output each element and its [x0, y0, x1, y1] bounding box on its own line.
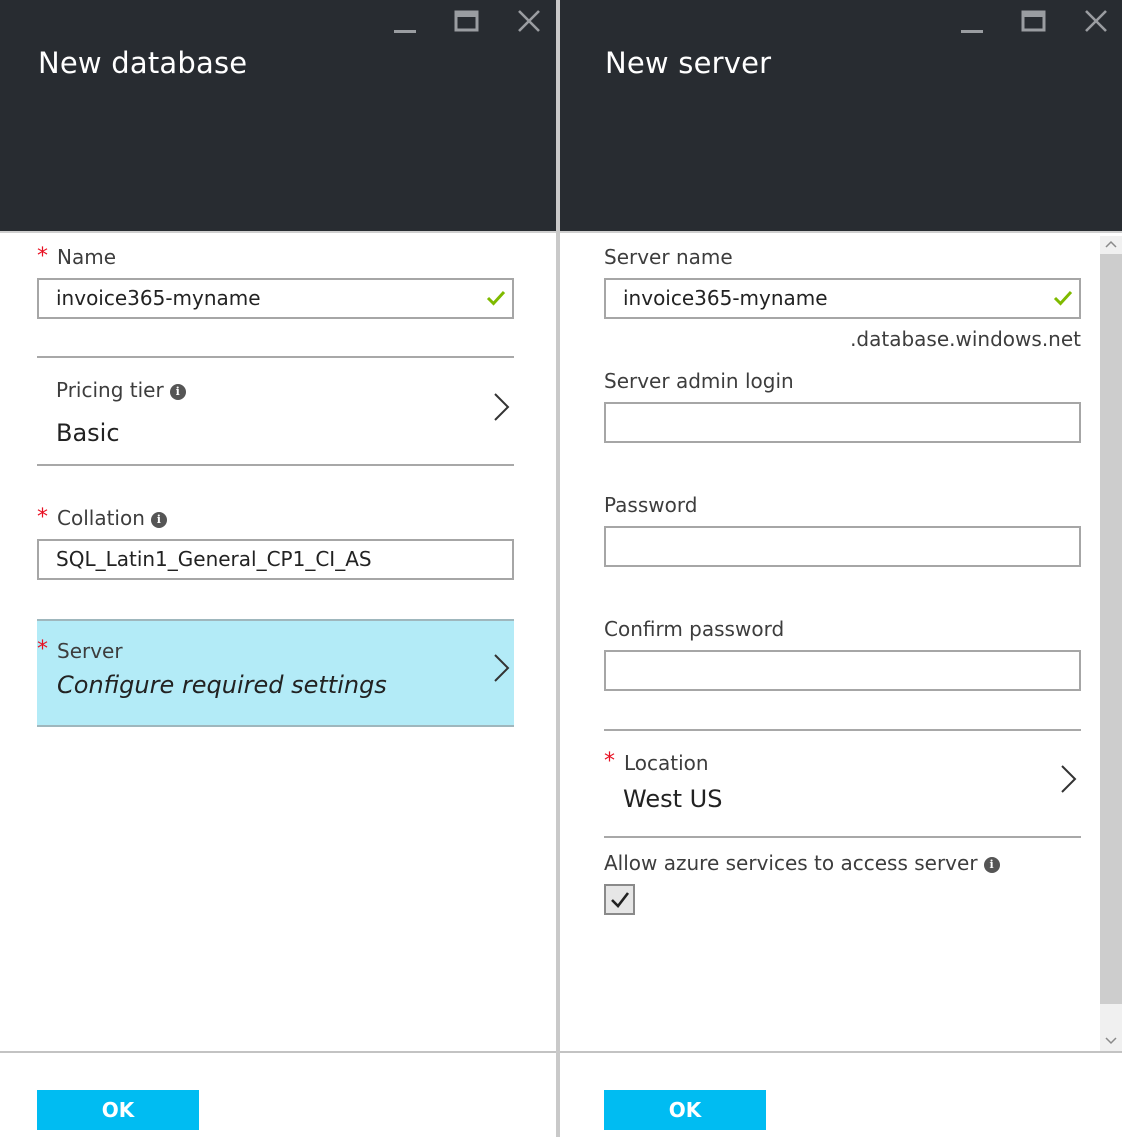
required-marker: * — [37, 637, 48, 662]
new-database-blade: New database * Name invoice365-myname Pr… — [0, 0, 556, 1137]
name-label: Name — [57, 245, 117, 269]
server-name-input-value: invoice365-myname — [623, 286, 828, 310]
chevron-right-icon — [1061, 765, 1077, 793]
chevron-right-icon — [494, 393, 510, 421]
maximize-icon[interactable] — [452, 8, 482, 36]
pricing-tier-label: Pricing tier i — [56, 378, 186, 402]
server-value: Configure required settings — [57, 671, 387, 699]
header-divider — [0, 231, 556, 233]
name-input[interactable]: invoice365-myname — [37, 278, 514, 319]
new-server-blade: New server Server name invoice365-myname… — [560, 0, 1122, 1137]
close-icon[interactable] — [514, 8, 544, 36]
allow-azure-checkbox[interactable] — [604, 884, 635, 915]
scroll-thumb[interactable] — [1100, 254, 1122, 1004]
scroll-up-icon[interactable] — [1100, 236, 1122, 254]
location-label: Location — [624, 751, 709, 775]
divider — [37, 464, 514, 466]
pricing-tier-value: Basic — [56, 419, 120, 447]
required-marker: * — [37, 505, 48, 530]
chevron-right-icon — [494, 654, 510, 682]
location-row[interactable]: * Location West US — [604, 731, 1081, 836]
blade-header: New database — [0, 0, 556, 231]
minimize-icon[interactable] — [957, 8, 987, 36]
footer-divider — [0, 1051, 556, 1053]
info-icon[interactable]: i — [983, 857, 1000, 873]
required-marker: * — [604, 749, 615, 774]
valid-check-icon — [1053, 290, 1073, 306]
server-name-input[interactable]: invoice365-myname — [604, 278, 1081, 319]
confirm-password-input[interactable] — [604, 650, 1081, 691]
scroll-down-icon[interactable] — [1100, 1031, 1122, 1049]
vertical-scrollbar[interactable] — [1100, 236, 1122, 1051]
server-row[interactable]: * Server Configure required settings — [37, 619, 514, 727]
blade-title: New server — [605, 46, 772, 80]
server-name-label: Server name — [604, 245, 733, 269]
pricing-tier-row[interactable]: Pricing tier i Basic — [37, 358, 514, 464]
header-divider — [560, 231, 1122, 233]
footer-divider — [560, 1051, 1122, 1053]
ok-button[interactable]: OK — [37, 1090, 199, 1130]
allow-azure-label: Allow azure services to access server i — [604, 851, 1000, 875]
location-value: West US — [623, 785, 723, 813]
maximize-icon[interactable] — [1019, 8, 1049, 36]
name-input-value: invoice365-myname — [56, 286, 261, 310]
password-input[interactable] — [604, 526, 1081, 567]
admin-login-label: Server admin login — [604, 369, 794, 393]
checkmark-icon — [611, 892, 630, 908]
collation-input-value: SQL_Latin1_General_CP1_CI_AS — [56, 547, 372, 571]
valid-check-icon — [486, 290, 506, 306]
info-icon[interactable]: i — [150, 512, 167, 528]
domain-suffix: .database.windows.net — [850, 327, 1081, 351]
admin-login-input[interactable] — [604, 402, 1081, 443]
server-label: Server — [57, 639, 123, 663]
close-icon[interactable] — [1081, 8, 1111, 36]
blade-title: New database — [38, 46, 248, 80]
password-label: Password — [604, 493, 698, 517]
collation-label: Collation i — [57, 506, 167, 530]
minimize-icon[interactable] — [390, 8, 420, 36]
confirm-password-label: Confirm password — [604, 617, 785, 641]
info-icon[interactable]: i — [169, 384, 186, 400]
required-marker: * — [37, 244, 48, 269]
blade-header: New server — [560, 0, 1122, 231]
collation-input[interactable]: SQL_Latin1_General_CP1_CI_AS — [37, 539, 514, 580]
divider — [604, 836, 1081, 838]
ok-button[interactable]: OK — [604, 1090, 766, 1130]
